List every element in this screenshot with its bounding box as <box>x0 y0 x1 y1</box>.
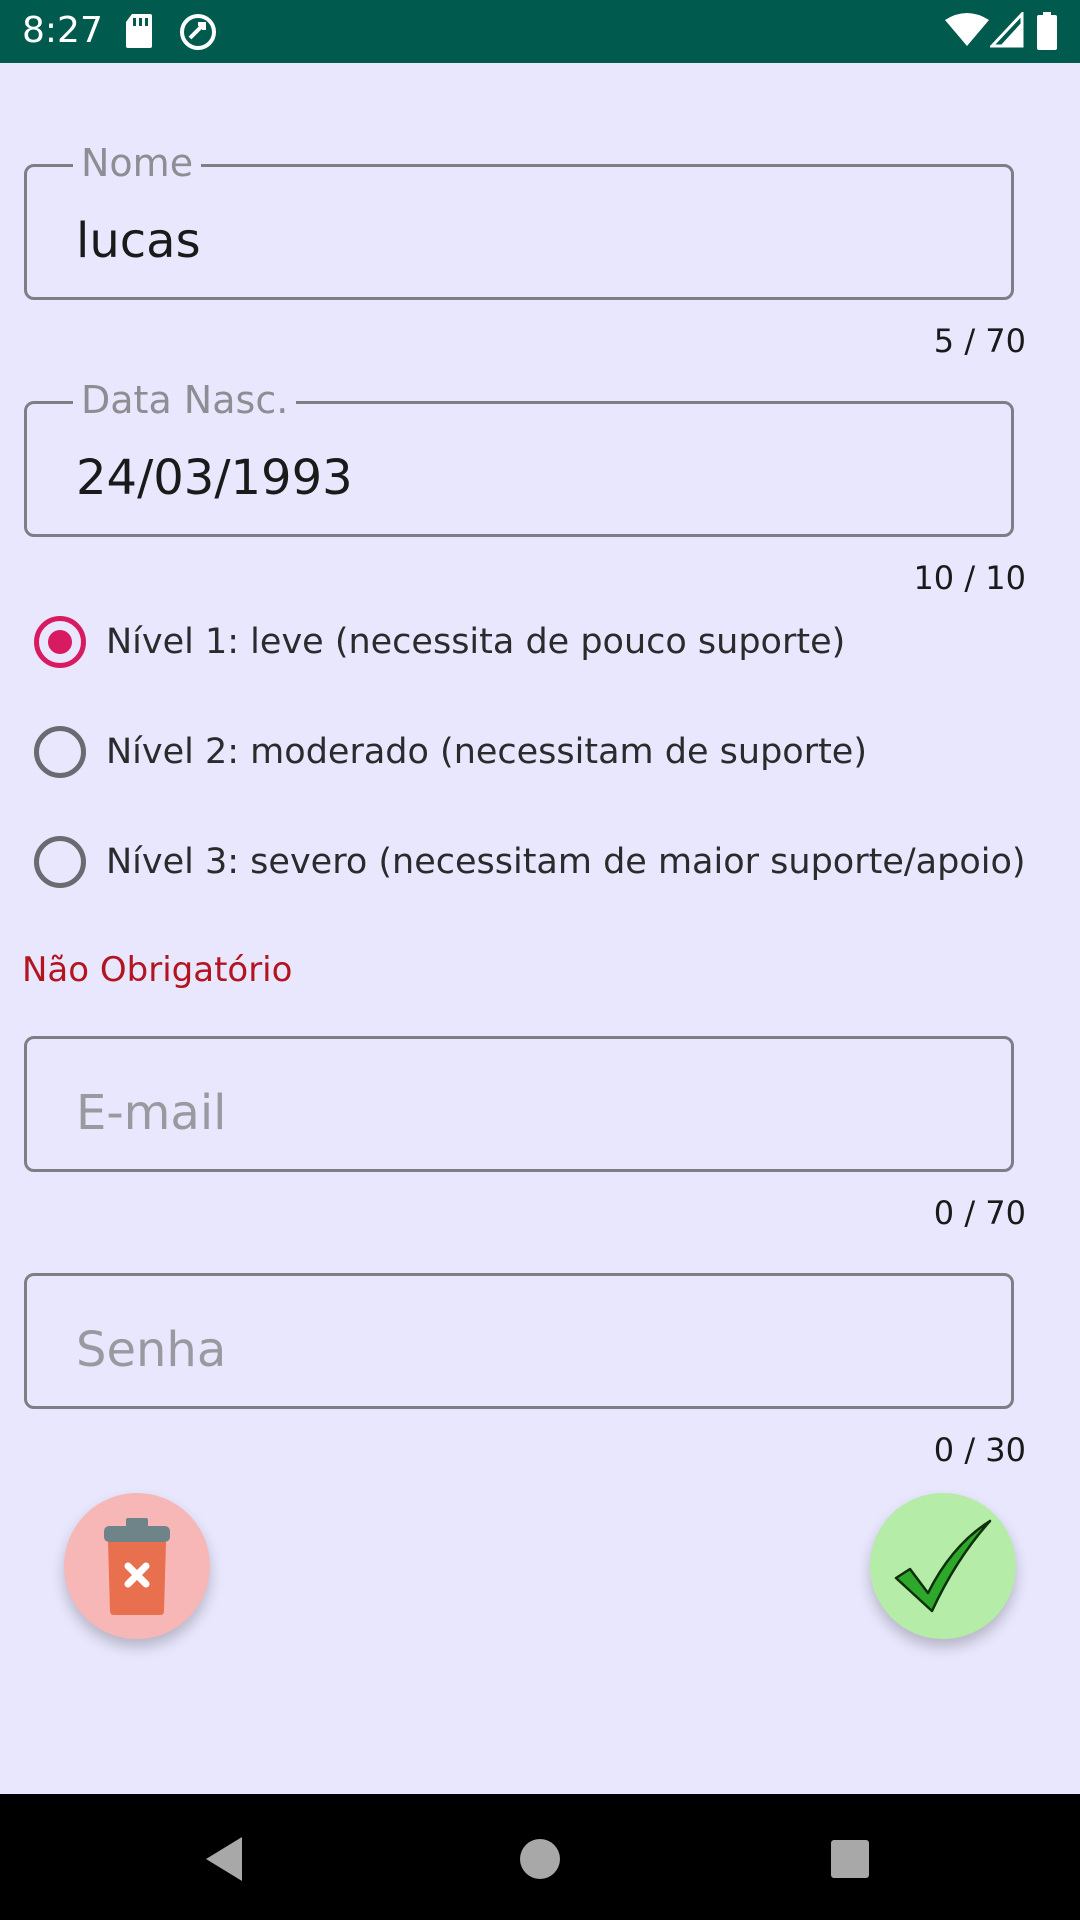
recents-icon[interactable] <box>820 1829 880 1889</box>
battery-icon <box>1037 12 1057 50</box>
password-placeholder: Senha <box>76 1322 227 1378</box>
status-time: 8:27 <box>22 10 103 51</box>
birthdate-counter: 10 / 10 <box>913 559 1026 597</box>
sync-icon <box>180 14 216 50</box>
email-counter: 0 / 70 <box>933 1194 1026 1232</box>
email-placeholder: E-mail <box>76 1085 227 1141</box>
navigation-bar <box>0 1794 1080 1920</box>
save-button[interactable] <box>870 1493 1016 1639</box>
radio-button-checked[interactable] <box>34 616 86 668</box>
cell-signal-icon <box>990 12 1024 48</box>
name-field-value: lucas <box>76 213 201 269</box>
password-counter: 0 / 30 <box>933 1431 1026 1469</box>
radio-level-2-label: Nível 2: moderado (necessitam de suporte… <box>106 732 867 772</box>
optional-section-label: Não Obrigatório <box>22 950 293 990</box>
back-icon[interactable] <box>196 1829 256 1889</box>
password-field[interactable]: Senha <box>24 1273 1014 1409</box>
home-icon[interactable] <box>510 1829 570 1889</box>
wifi-icon <box>945 13 989 46</box>
birthdate-field-value: 24/03/1993 <box>76 450 353 506</box>
radio-button[interactable] <box>34 726 86 778</box>
email-field[interactable]: E-mail <box>24 1036 1014 1172</box>
name-field[interactable]: Nome lucas <box>24 141 1014 300</box>
trash-icon <box>104 1518 170 1615</box>
birthdate-field-label: Data Nasc. <box>73 378 297 422</box>
sd-card-icon <box>126 14 152 48</box>
birthdate-field[interactable]: Data Nasc. 24/03/1993 <box>24 378 1014 537</box>
name-counter: 5 / 70 <box>933 322 1026 360</box>
check-icon <box>894 1519 992 1613</box>
status-bar: 8:27 <box>0 0 1080 63</box>
radio-button[interactable] <box>34 836 86 888</box>
delete-button[interactable] <box>64 1493 210 1639</box>
radio-level-3-label: Nível 3: severo (necessitam de maior sup… <box>106 842 1026 882</box>
radio-level-1-label: Nível 1: leve (necessita de pouco suport… <box>106 622 846 662</box>
name-field-label: Nome <box>73 141 202 185</box>
